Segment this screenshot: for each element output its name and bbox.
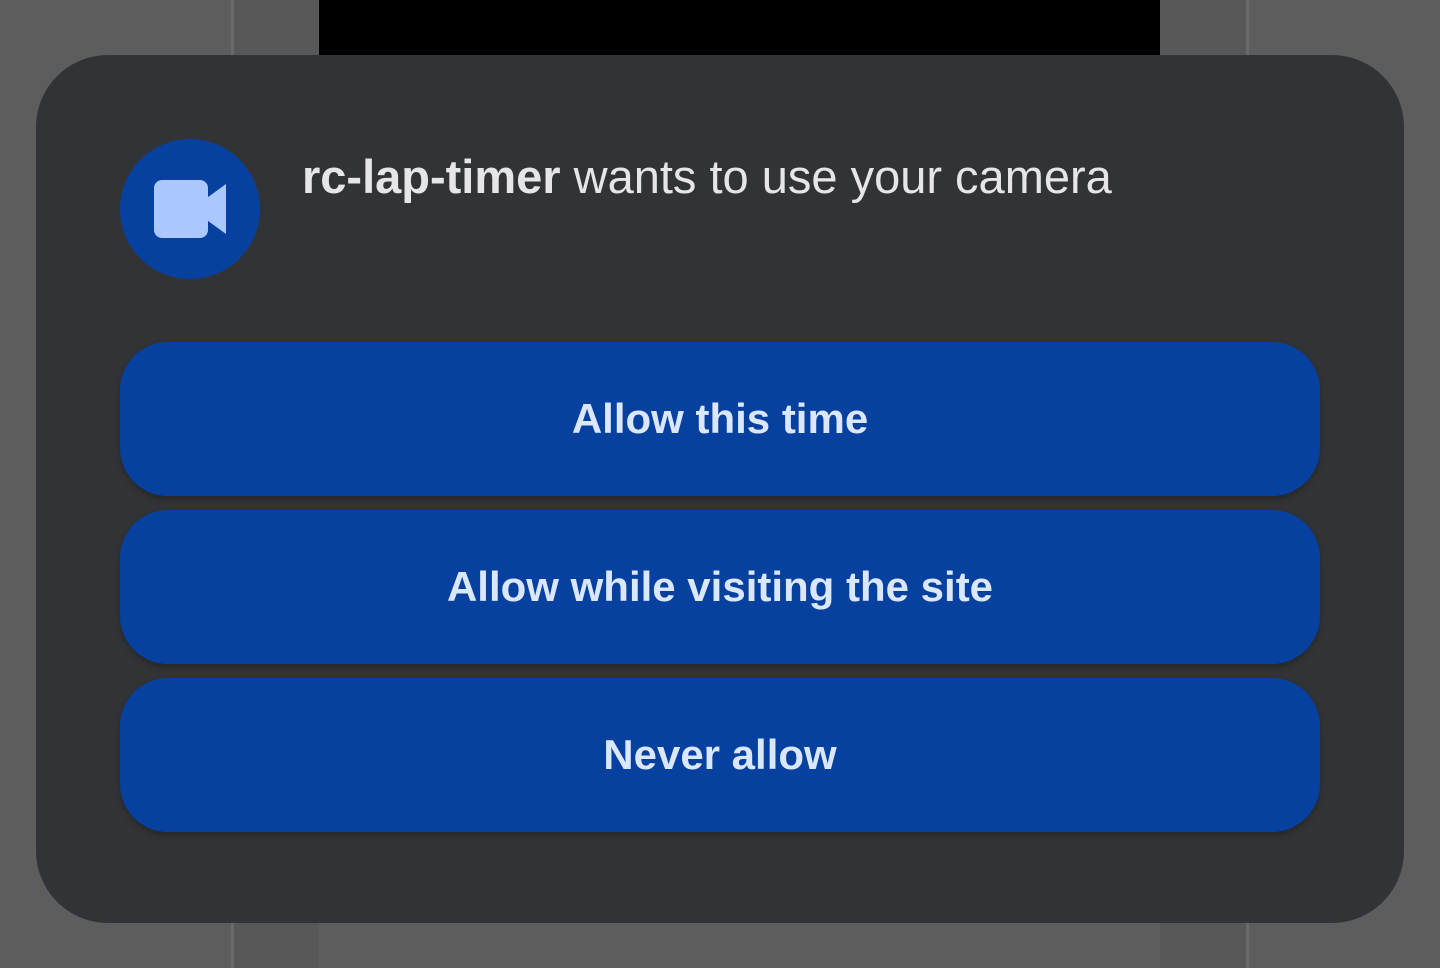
permission-request-text: wants to use your camera <box>560 150 1112 203</box>
allow-while-visiting-label: Allow while visiting the site <box>446 563 994 610</box>
video-preview-area <box>319 0 1160 60</box>
never-allow-label: Never allow <box>603 731 837 778</box>
permission-icon-circle <box>120 139 260 279</box>
allow-this-time-button[interactable]: Allow this time <box>120 342 1320 496</box>
permission-title: rc-lap-timer wants to use your camera <box>302 147 1112 207</box>
never-allow-button[interactable]: Never allow <box>120 678 1320 832</box>
app-name: rc-lap-timer <box>302 150 561 203</box>
permission-dialog: rc-lap-timer wants to use your camera Al… <box>36 55 1404 923</box>
allow-this-time-label: Allow this time <box>571 395 869 442</box>
video-camera-icon <box>154 180 226 238</box>
allow-while-visiting-button[interactable]: Allow while visiting the site <box>120 510 1320 664</box>
